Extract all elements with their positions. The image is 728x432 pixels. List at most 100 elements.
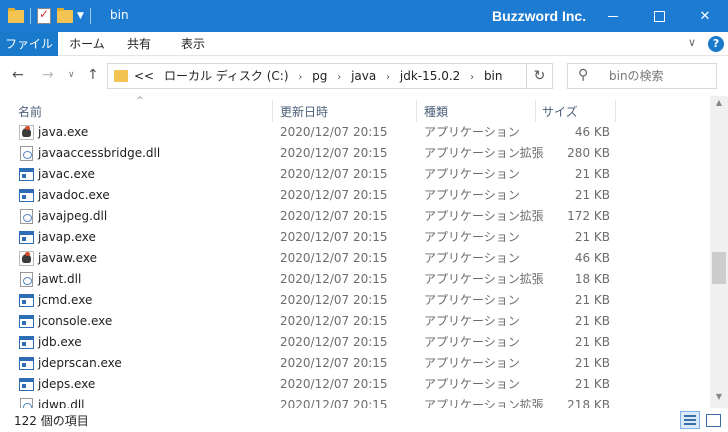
refresh-button[interactable]: ↻ — [527, 63, 553, 89]
toolbar-divider — [89, 8, 91, 24]
exe-icon — [19, 230, 34, 245]
column-divider[interactable] — [272, 100, 273, 122]
ribbon-tabs: ファイル ホーム 共有 表示 ∨ ? — [0, 32, 728, 56]
file-type: アプリケーション — [424, 377, 520, 391]
details-view-icon[interactable] — [680, 411, 700, 429]
dll-icon — [19, 398, 34, 408]
table-row[interactable]: javadoc.exe 2020/12/07 20:15 アプリケーション 21… — [0, 185, 710, 206]
file-date: 2020/12/07 20:15 — [280, 335, 388, 349]
status-bar: 122 個の項目 — [0, 408, 728, 432]
dll-icon — [19, 209, 34, 224]
file-date: 2020/12/07 20:15 — [280, 188, 388, 202]
file-date: 2020/12/07 20:15 — [280, 209, 388, 223]
sort-ascending-icon: ^ — [136, 96, 144, 106]
column-size[interactable]: サイズ — [542, 102, 578, 122]
breadcrumb-item[interactable]: bin — [484, 69, 503, 83]
customize-toolbar-icon[interactable]: ▼ — [77, 11, 84, 21]
properties-icon[interactable] — [37, 7, 51, 24]
help-icon[interactable]: ? — [708, 36, 724, 52]
table-row[interactable]: jcmd.exe 2020/12/07 20:15 アプリケーション 21 KB — [0, 290, 710, 311]
exe-icon — [19, 377, 34, 392]
table-row[interactable]: java.exe 2020/12/07 20:15 アプリケーション 46 KB — [0, 122, 710, 143]
file-date: 2020/12/07 20:15 — [280, 314, 388, 328]
file-date: 2020/12/07 20:15 — [280, 167, 388, 181]
column-date[interactable]: 更新日時 — [280, 102, 328, 122]
file-type: アプリケーション拡張 — [424, 398, 544, 408]
table-row[interactable]: jconsole.exe 2020/12/07 20:15 アプリケーション 2… — [0, 311, 710, 332]
file-type: アプリケーション — [424, 293, 520, 307]
scroll-down-icon[interactable]: ▼ — [710, 392, 728, 406]
search-input[interactable]: ⚲ binの検索 — [567, 63, 717, 89]
chevron-right-icon[interactable]: › — [386, 72, 390, 83]
file-date: 2020/12/07 20:15 — [280, 398, 388, 408]
up-arrow-icon[interactable]: ↑ — [87, 67, 99, 83]
file-date: 2020/12/07 20:15 — [280, 356, 388, 370]
file-size: 21 KB — [574, 230, 610, 244]
file-size: 280 KB — [567, 146, 610, 160]
exe-icon — [19, 188, 34, 203]
table-row[interactable]: javaw.exe 2020/12/07 20:15 アプリケーション 46 K… — [0, 248, 710, 269]
column-divider[interactable] — [615, 100, 616, 122]
column-divider[interactable] — [535, 100, 536, 122]
file-size: 218 KB — [567, 398, 610, 408]
file-type: アプリケーション拡張 — [424, 209, 544, 223]
file-size: 172 KB — [567, 209, 610, 223]
file-size: 21 KB — [574, 335, 610, 349]
file-type: アプリケーション — [424, 335, 520, 349]
file-date: 2020/12/07 20:15 — [280, 377, 388, 391]
breadcrumb-item[interactable]: pg — [312, 69, 327, 83]
exe-icon — [19, 335, 34, 350]
chevron-right-icon[interactable]: › — [337, 72, 341, 83]
forward-arrow-icon[interactable]: → — [42, 67, 54, 83]
file-type: アプリケーション — [424, 356, 520, 370]
table-row[interactable]: jawt.dll 2020/12/07 20:15 アプリケーション拡張 18 … — [0, 269, 710, 290]
address-bar[interactable]: << ローカル ディスク (C:) › pg › java › jdk-15.0… — [107, 63, 527, 89]
file-type: アプリケーション — [424, 230, 520, 244]
file-name: jdb.exe — [38, 335, 82, 349]
table-row[interactable]: javaaccessbridge.dll 2020/12/07 20:15 アプ… — [0, 143, 710, 164]
new-folder-icon[interactable] — [57, 7, 73, 23]
tab-file[interactable]: ファイル — [0, 32, 58, 56]
file-name: javajpeg.dll — [38, 209, 108, 223]
file-date: 2020/12/07 20:15 — [280, 230, 388, 244]
expand-ribbon-icon[interactable]: ∨ — [688, 36, 696, 49]
tab-view[interactable]: 表示 — [166, 32, 220, 56]
file-list: java.exe 2020/12/07 20:15 アプリケーション 46 KB… — [0, 122, 710, 408]
large-icons-view-icon[interactable] — [703, 411, 723, 429]
file-type: アプリケーション — [424, 125, 520, 139]
chevron-right-icon[interactable]: › — [298, 72, 302, 83]
column-name[interactable]: 名前 — [18, 102, 42, 122]
exe-icon — [19, 293, 34, 308]
file-name: javac.exe — [38, 167, 95, 181]
table-row[interactable]: jdwp.dll 2020/12/07 20:15 アプリケーション拡張 218… — [0, 395, 710, 408]
breadcrumb-item[interactable]: java — [351, 69, 376, 83]
table-row[interactable]: jdeps.exe 2020/12/07 20:15 アプリケーション 21 K… — [0, 374, 710, 395]
window-title: bin — [110, 8, 129, 22]
scrollbar-thumb[interactable] — [712, 252, 726, 284]
chevron-right-icon[interactable]: › — [470, 72, 474, 83]
breadcrumb-overflow[interactable]: << — [134, 69, 154, 83]
file-date: 2020/12/07 20:15 — [280, 251, 388, 265]
column-divider[interactable] — [416, 100, 417, 122]
recent-locations-icon[interactable]: ∨ — [68, 70, 75, 80]
file-name: jdwp.dll — [38, 398, 85, 408]
table-row[interactable]: javap.exe 2020/12/07 20:15 アプリケーション 21 K… — [0, 227, 710, 248]
vertical-scrollbar[interactable]: ▲ ▼ — [710, 96, 728, 408]
breadcrumb-item[interactable]: ローカル ディスク (C:) — [164, 69, 289, 83]
back-arrow-icon[interactable]: ← — [12, 67, 24, 83]
file-name: jcmd.exe — [38, 293, 93, 307]
tab-share[interactable]: 共有 — [114, 32, 164, 56]
column-type[interactable]: 種類 — [424, 102, 448, 122]
close-button[interactable]: ✕ — [682, 0, 728, 32]
exe-icon — [19, 314, 34, 329]
scroll-up-icon[interactable]: ▲ — [710, 98, 728, 112]
dll-icon — [19, 272, 34, 287]
table-row[interactable]: javajpeg.dll 2020/12/07 20:15 アプリケーション拡張… — [0, 206, 710, 227]
table-row[interactable]: jdeprscan.exe 2020/12/07 20:15 アプリケーション … — [0, 353, 710, 374]
breadcrumb-item[interactable]: jdk-15.0.2 — [400, 69, 460, 83]
maximize-button[interactable] — [636, 0, 682, 32]
tab-home[interactable]: ホーム — [60, 32, 114, 56]
minimize-button[interactable] — [590, 0, 636, 32]
table-row[interactable]: javac.exe 2020/12/07 20:15 アプリケーション 21 K… — [0, 164, 710, 185]
table-row[interactable]: jdb.exe 2020/12/07 20:15 アプリケーション 21 KB — [0, 332, 710, 353]
